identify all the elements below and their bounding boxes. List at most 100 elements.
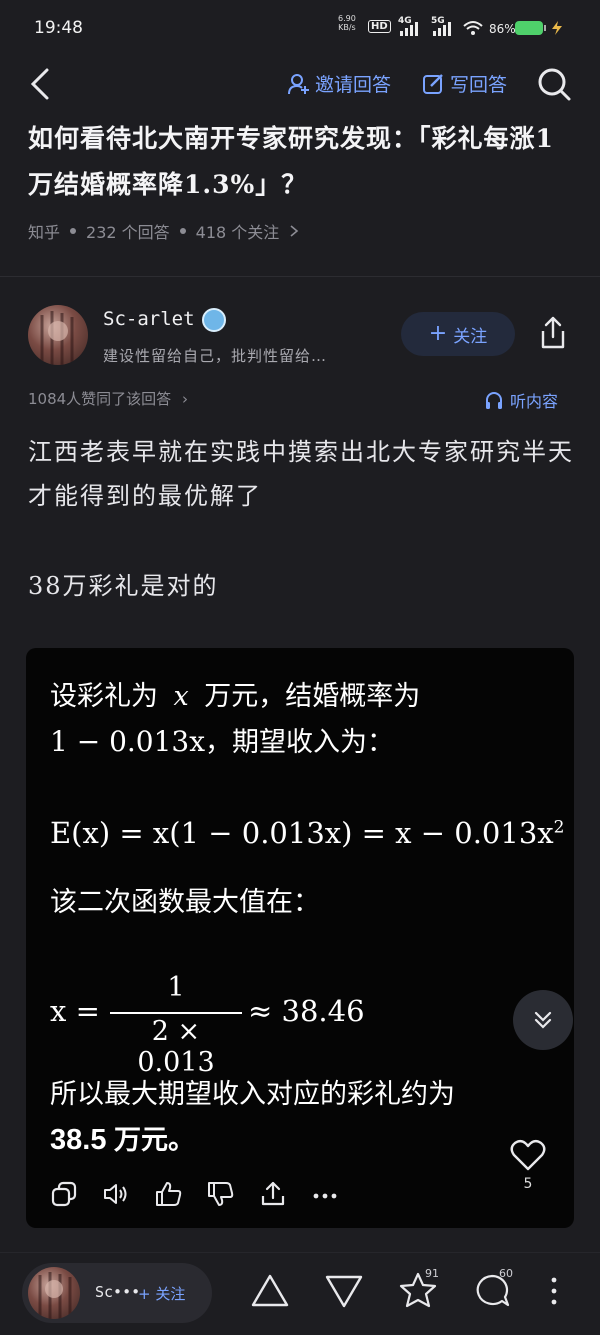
headphones-icon <box>486 392 502 409</box>
signal-4g-icon <box>400 22 418 36</box>
more-icon <box>313 1193 337 1199</box>
network-speed: 6.90 KB/s <box>338 14 356 32</box>
more-vertical-icon <box>551 1277 557 1305</box>
upvote-button[interactable] <box>250 1273 290 1313</box>
edit-icon <box>423 73 443 94</box>
read-aloud-button[interactable] <box>102 1180 132 1208</box>
meta-dot <box>70 228 77 234</box>
meta-source: 知乎 <box>28 223 61 242</box>
card-text: ，期望收入为： <box>205 727 395 757</box>
likes-line[interactable]: 1084人赞同了该回答 › <box>28 388 188 409</box>
card-line-3: 该二次函数最大值在： <box>50 887 320 917</box>
answer-card: 设彩礼为 x 万元，结婚概率为 1 − 0.013x，期望收入为： E(x) =… <box>26 648 574 1228</box>
meta-follows[interactable]: 418 个关注 <box>196 219 280 243</box>
status-time: 19:48 <box>34 18 83 38</box>
formula-lhs: x = <box>50 994 100 1028</box>
answer-paragraph: 38万彩礼是对的 <box>28 572 219 600</box>
card-line-4: 所以最大期望收入对应的彩礼约为 <box>50 1079 455 1109</box>
formula-expectation: E(x) = x(1 − 0.013x) = x − 0.013x2 <box>50 816 564 850</box>
net-speed-unit: KB/s <box>338 23 356 32</box>
double-chevron-down-icon <box>534 1011 552 1029</box>
bottom-author-name[interactable]: Sc••• <box>95 1283 140 1301</box>
meta-answers[interactable]: 232 个回答 <box>86 219 170 243</box>
back-button[interactable] <box>22 64 58 104</box>
heart-icon <box>510 1139 546 1171</box>
net-speed-value: 6.90 <box>338 14 356 23</box>
card-like-count: 5 <box>523 1176 533 1192</box>
favorite-count: 91 <box>425 1267 439 1280</box>
math-variable: x <box>173 681 189 712</box>
card-bold-value: 38.5 <box>50 1124 107 1156</box>
card-actions <box>50 1180 340 1208</box>
bottom-bar: Sc••• + 关注 91 60 <box>0 1252 600 1335</box>
add-user-icon <box>288 73 309 94</box>
chevron-right-icon <box>290 225 299 237</box>
write-answer-button[interactable]: 写回答 <box>422 70 507 97</box>
thumbs-down-icon <box>208 1182 234 1206</box>
scroll-down-button[interactable] <box>513 990 573 1050</box>
formula-rhs: ≈ 38.46 <box>248 994 365 1028</box>
write-answer-label: 写回答 <box>450 74 508 96</box>
comment-count: 60 <box>499 1267 513 1280</box>
avatar[interactable] <box>28 1267 80 1319</box>
chevron-right-icon: › <box>181 390 188 408</box>
thumbs-up-icon <box>156 1182 182 1206</box>
question-meta: 知乎 232 个回答 418 个关注 <box>28 219 299 243</box>
signal-5g-icon <box>433 22 451 36</box>
share-button[interactable] <box>533 313 573 353</box>
card-text: 万元，结婚概率为 <box>204 681 421 711</box>
divider <box>0 276 600 277</box>
battery-tip <box>544 25 546 31</box>
formula-superscript: 2 <box>553 817 565 838</box>
avatar[interactable] <box>28 305 88 365</box>
card-like-button[interactable]: 5 <box>508 1138 548 1192</box>
bottom-more-button[interactable] <box>544 1273 564 1313</box>
formula-denominator: 2 × 0.013 <box>137 1016 215 1078</box>
verified-badge-icon <box>202 308 226 332</box>
search-button[interactable] <box>534 64 574 104</box>
more-button[interactable] <box>310 1180 340 1208</box>
wifi-icon <box>463 21 483 35</box>
chevron-left-icon <box>30 68 49 100</box>
battery-percent: 86% <box>489 22 516 36</box>
formula-text: E(x) = x(1 − 0.013x) = x − 0.013x <box>50 816 554 850</box>
status-bar: 19:48 6.90 KB/s HD 4G 5G 86% <box>0 0 600 58</box>
answer-paragraph: 江西老表早就在实践中摸索出北大专家研究半天才能得到的最优解了 <box>28 438 574 510</box>
card-text: 万元。 <box>106 1125 195 1155</box>
card-text: 设彩礼为 <box>50 681 158 711</box>
triangle-up-icon <box>251 1274 289 1307</box>
search-icon <box>538 68 571 101</box>
author-name[interactable]: Sc-arlet <box>103 308 195 330</box>
meta-dot <box>179 228 186 234</box>
thumbs-up-button[interactable] <box>154 1180 184 1208</box>
plus-icon: + <box>428 321 448 346</box>
upload-share-button[interactable] <box>258 1180 288 1208</box>
card-line-2: 1 − 0.013x，期望收入为： <box>50 720 394 759</box>
avatar-image <box>38 1272 72 1319</box>
downvote-button[interactable] <box>324 1273 364 1313</box>
author-bio: 建设性留给自己，批判性留给… <box>103 347 328 365</box>
copy-button[interactable] <box>50 1180 80 1208</box>
share-icon <box>541 316 565 349</box>
bottom-follow-button[interactable]: + 关注 <box>138 1283 185 1304</box>
math-expression: 1 − 0.013x <box>50 725 206 758</box>
follow-label: 关注 <box>453 326 488 347</box>
copy-icon <box>51 1181 77 1207</box>
card-line-5: 38.5 万元。 <box>50 1118 195 1157</box>
follow-button[interactable]: + 关注 <box>401 312 515 356</box>
listen-label: 听内容 <box>510 392 559 411</box>
invite-answer-label: 邀请回答 <box>315 74 392 96</box>
avatar-image <box>40 311 74 365</box>
speaker-icon <box>104 1184 127 1204</box>
card-line-1: 设彩礼为 x 万元，结婚概率为 <box>50 674 420 713</box>
question-title[interactable]: 如何看待北大南开专家研究发现：「彩礼每涨1万结婚概率降1.3%」？ <box>28 116 578 208</box>
upload-icon <box>261 1181 285 1206</box>
formula-numerator: 1 <box>167 972 185 1003</box>
battery-icon <box>515 21 543 35</box>
invite-answer-button[interactable]: 邀请回答 <box>287 70 391 97</box>
thumbs-down-button[interactable] <box>206 1180 236 1208</box>
triangle-down-icon <box>325 1275 363 1308</box>
likes-line-text: 1084人赞同了该回答 <box>28 390 172 408</box>
charging-icon <box>552 21 562 35</box>
listen-button[interactable]: 听内容 <box>484 388 558 412</box>
